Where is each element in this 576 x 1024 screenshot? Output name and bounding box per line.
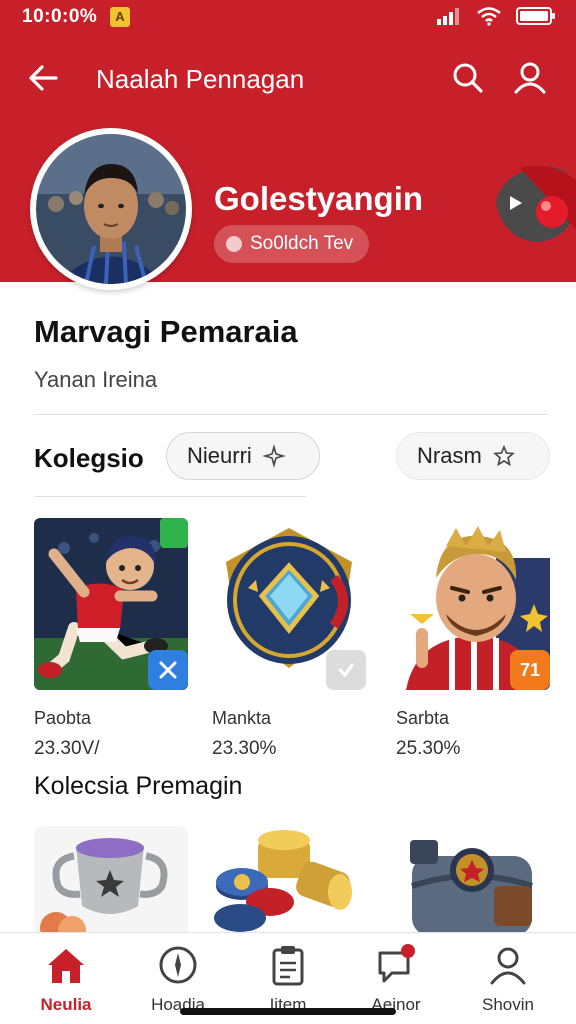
collection-card[interactable]: 71 Sarbta 25.30% bbox=[396, 518, 550, 759]
nav-label: Shovin bbox=[482, 995, 534, 1014]
filter-label: Nieurri bbox=[187, 443, 252, 468]
card-badge bbox=[326, 650, 366, 690]
section-subtitle: Yanan Ireina bbox=[34, 367, 158, 392]
nav-item-explore[interactable]: Hoadia bbox=[128, 943, 228, 1015]
app-bar: Naalah Pennagan bbox=[0, 50, 576, 110]
chat-icon bbox=[378, 944, 415, 983]
signal-icon bbox=[437, 8, 459, 25]
nav-item-messages[interactable]: Aeinor bbox=[346, 943, 446, 1015]
section-title: Marvagi Pemaraia bbox=[34, 314, 298, 349]
check-icon bbox=[338, 663, 354, 678]
filter-chip-2[interactable]: Nrasm bbox=[396, 432, 550, 480]
back-button[interactable] bbox=[24, 58, 64, 98]
status-chip[interactable]: So0ldch Tev bbox=[214, 225, 370, 263]
user-icon bbox=[490, 947, 526, 985]
section-title: Kolecsia Premagin bbox=[34, 772, 243, 800]
chip-label: So0ldch Tev bbox=[250, 233, 354, 254]
battery-icon bbox=[516, 7, 555, 25]
star-icon bbox=[492, 444, 515, 467]
status-icons bbox=[436, 6, 556, 26]
collection-card[interactable]: Mankta 23.30% bbox=[212, 518, 366, 759]
reward-item[interactable] bbox=[212, 826, 366, 936]
profile-name: Golestyangin bbox=[214, 180, 424, 217]
badge-icon bbox=[226, 236, 242, 252]
divider bbox=[34, 414, 548, 415]
card-image bbox=[34, 518, 188, 690]
filter-chip-1[interactable]: Nieurri bbox=[166, 432, 320, 480]
reward-item[interactable] bbox=[34, 826, 188, 944]
search-button[interactable] bbox=[448, 58, 488, 98]
nav-item-items[interactable]: Iitem bbox=[238, 943, 338, 1015]
status-bar: 10:0:0% A bbox=[0, 0, 576, 36]
sparkle-icon bbox=[261, 444, 286, 468]
nav-label: Neulia bbox=[40, 995, 92, 1014]
status-time: 10:0:0% bbox=[22, 6, 98, 27]
card-value: 23.30V/ bbox=[34, 738, 100, 759]
home-icon bbox=[48, 949, 84, 983]
nav-item-profile[interactable]: Shovin bbox=[458, 943, 558, 1015]
card-badge: 71 bbox=[510, 650, 550, 690]
notification-badge-icon: A bbox=[110, 7, 130, 27]
account-button[interactable] bbox=[510, 58, 550, 98]
trophy-icon bbox=[34, 826, 188, 944]
card-badge bbox=[148, 650, 188, 690]
avatar[interactable] bbox=[30, 128, 192, 290]
card-image: 71 bbox=[396, 518, 550, 690]
player-photo bbox=[36, 134, 186, 284]
card-value: 23.30% bbox=[212, 738, 277, 759]
divider bbox=[34, 496, 306, 497]
nav-item-home[interactable]: Neulia bbox=[16, 943, 116, 1015]
search-icon bbox=[453, 63, 483, 93]
filter-label: Nrasm bbox=[417, 443, 482, 468]
card-value: 25.30% bbox=[396, 738, 461, 759]
wifi-icon bbox=[477, 7, 501, 26]
compass-icon bbox=[159, 946, 197, 984]
coins-icon bbox=[212, 826, 366, 936]
play-button[interactable] bbox=[490, 160, 576, 246]
card-name: Sarbta bbox=[396, 708, 450, 728]
page-title: Naalah Pennagan bbox=[96, 64, 305, 94]
swords-icon bbox=[159, 661, 177, 679]
play-icon bbox=[496, 165, 576, 242]
collection-card[interactable]: Paobta 23.30V/ bbox=[34, 518, 188, 759]
card-image bbox=[212, 518, 366, 690]
card-name: Mankta bbox=[212, 708, 272, 728]
reward-item[interactable] bbox=[396, 826, 550, 936]
collection-label: Kolegsio bbox=[34, 443, 144, 473]
home-indicator bbox=[180, 1008, 396, 1015]
profile-header: 10:0:0% A Naalah Pennagan Golestyangin S… bbox=[0, 0, 576, 290]
clipboard-icon bbox=[272, 946, 304, 986]
chest-icon bbox=[396, 826, 550, 936]
card-tag-icon bbox=[160, 518, 188, 548]
card-name: Paobta bbox=[34, 708, 92, 728]
arrow-left-icon bbox=[29, 65, 58, 91]
user-icon bbox=[514, 62, 546, 94]
